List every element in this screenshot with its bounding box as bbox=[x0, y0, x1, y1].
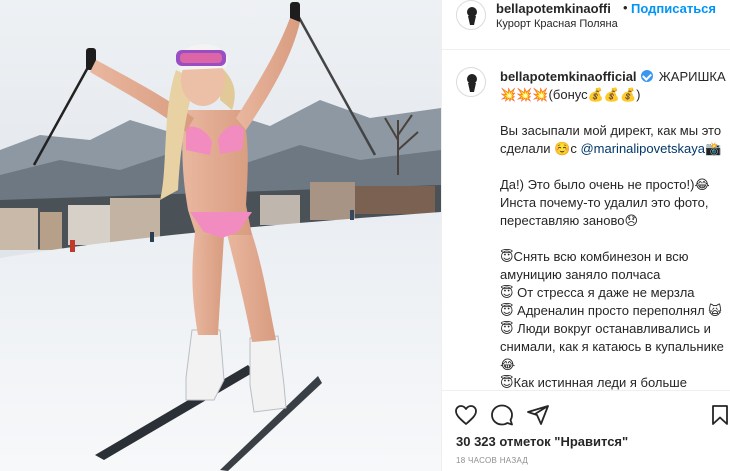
ski-slope-photo bbox=[0, 0, 441, 471]
mention-link[interactable]: @marinalipovetskaya bbox=[580, 141, 704, 156]
author-avatar[interactable] bbox=[456, 0, 486, 30]
caption-list-item: 😇Снять всю комбинезон и всю амуницию зан… bbox=[500, 249, 689, 282]
caption-line-1: bellapotemkinaofficial ЖАРИШКА 💥💥💥(бонус… bbox=[500, 68, 726, 104]
avatar-silhouette-icon bbox=[467, 7, 477, 25]
caption-paragraph: Да!) Это было очень не просто!)😂 Инста п… bbox=[500, 177, 710, 228]
caption-list-item: 😇 Люди вокруг останавливались и снимали,… bbox=[500, 321, 724, 372]
verified-badge-icon bbox=[641, 70, 654, 82]
comment-icon bbox=[491, 404, 513, 426]
like-button[interactable] bbox=[454, 403, 478, 427]
header-separator: • bbox=[623, 0, 628, 15]
caption-username[interactable]: bellapotemkinaofficial bbox=[500, 69, 637, 84]
heart-icon bbox=[455, 405, 477, 425]
post-header: bellapotemkinaoffi • Подписаться Курорт … bbox=[442, 0, 730, 50]
caption-paragraph-direct: Вы засыпали мой директ, как мы это сдела… bbox=[500, 123, 722, 156]
caption-list-item: 😇Как истинная леди я больше переживала, … bbox=[500, 375, 687, 390]
caption-list-item: 😇 От стресса я даже не мерзла bbox=[500, 285, 695, 300]
share-button[interactable] bbox=[526, 403, 550, 427]
post-photo[interactable] bbox=[0, 0, 441, 471]
location-link[interactable]: Курорт Красная Поляна bbox=[496, 18, 618, 30]
caption-list-item: 😇 Адреналин просто переполнял 🙀 bbox=[500, 303, 722, 318]
bookmark-icon bbox=[712, 405, 728, 425]
comments-list[interactable]: bellapotemkinaofficial ЖАРИШКА 💥💥💥(бонус… bbox=[442, 51, 730, 390]
comment-button[interactable] bbox=[490, 403, 514, 427]
caption-author-avatar[interactable] bbox=[456, 67, 486, 97]
post-details-panel: bellapotemkinaoffi • Подписаться Курорт … bbox=[441, 0, 730, 471]
author-username[interactable]: bellapotemkinaoffi bbox=[496, 1, 611, 16]
avatar-silhouette-icon bbox=[467, 74, 477, 92]
save-button[interactable] bbox=[708, 403, 730, 427]
likes-count[interactable]: 30 323 отметок "Нравится" bbox=[456, 434, 628, 449]
share-icon bbox=[527, 405, 549, 425]
post-actions: 30 323 отметок "Нравится" 18 часов назад bbox=[442, 390, 730, 471]
follow-button[interactable]: Подписаться bbox=[631, 1, 716, 16]
post-caption: bellapotemkinaofficial ЖАРИШКА 💥💥💥(бонус… bbox=[500, 68, 726, 390]
post-timestamp[interactable]: 18 часов назад bbox=[456, 456, 528, 465]
